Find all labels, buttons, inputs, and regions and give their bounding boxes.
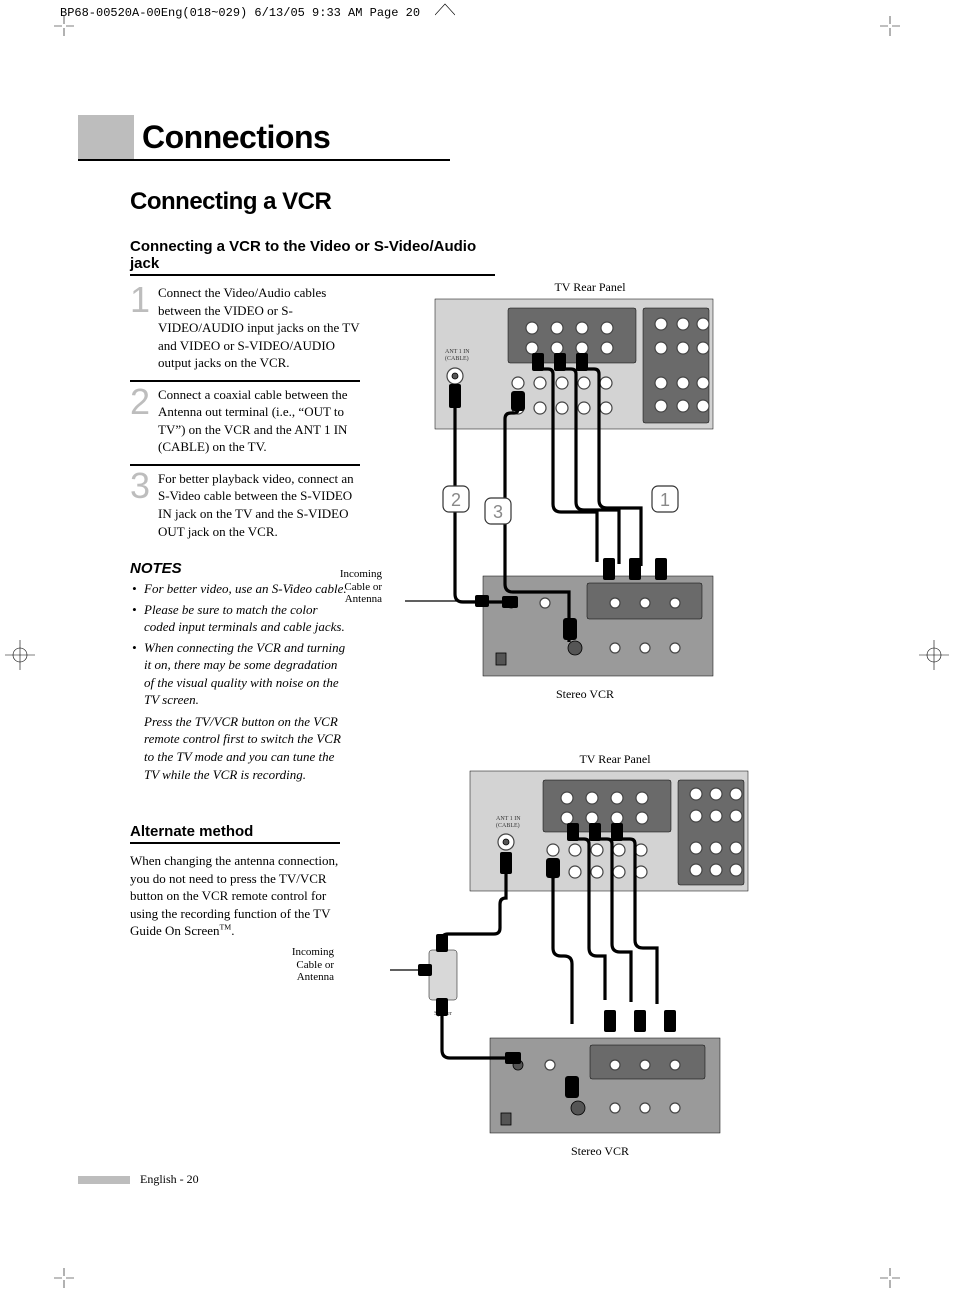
tv-rear-panel-label: TV Rear Panel xyxy=(390,280,730,295)
svg-text:1: 1 xyxy=(660,490,670,510)
subsubsection-title: Connecting a VCR to the Video or S-Video… xyxy=(130,238,495,276)
connection-diagram-2-icon: ANT 1 IN (CABLE) xyxy=(390,770,750,1140)
footer-grey-block xyxy=(78,1176,130,1184)
figure-vcr-connection-1: Incoming Cable or Antenna TV Rear Panel … xyxy=(390,280,730,702)
register-mark-icon xyxy=(5,640,35,670)
tv-rear-panel-label: TV Rear Panel xyxy=(390,752,730,767)
crop-mark-icon xyxy=(54,1268,74,1288)
section-banner-grey-block xyxy=(78,115,134,159)
step-text: For better playback video, connect an S-… xyxy=(158,470,360,540)
svg-text:ANT 1 IN: ANT 1 IN xyxy=(445,349,470,355)
alternate-heading: Alternate method xyxy=(130,823,340,844)
step-1: 1 Connect the Video/Audio cables between… xyxy=(130,280,360,382)
step-3: 3 For better playback video, connect an … xyxy=(130,466,360,548)
note-item: When connecting the VCR and turning it o… xyxy=(130,639,350,783)
incoming-cable-label: Incoming Cable or Antenna xyxy=(312,568,382,606)
svg-text:ANT 1 IN: ANT 1 IN xyxy=(496,816,521,822)
page-number: English - 20 xyxy=(140,1172,199,1187)
step-2: 2 Connect a coaxial cable between the An… xyxy=(130,382,360,466)
stereo-vcr-label: Stereo VCR xyxy=(390,1144,730,1159)
svg-text:3: 3 xyxy=(493,502,503,522)
step-text: Connect the Video/Audio cables between t… xyxy=(158,284,360,372)
svg-text:(CABLE): (CABLE) xyxy=(445,355,469,362)
subsection-title: Connecting a VCR xyxy=(130,188,884,216)
connection-diagram-1-icon: ANT 1 IN (CABLE) xyxy=(405,298,715,683)
step-number: 3 xyxy=(130,470,158,540)
step-text: Connect a coaxial cable between the Ante… xyxy=(158,386,360,456)
alternate-body: When changing the antenna connection, yo… xyxy=(130,852,340,940)
page-footer: English - 20 xyxy=(78,1172,199,1187)
step-number: 1 xyxy=(130,284,158,372)
svg-text:(CABLE): (CABLE) xyxy=(496,822,520,829)
stereo-vcr-label: Stereo VCR xyxy=(390,687,730,702)
figure-vcr-connection-2: Incoming Cable or Antenna TV Rear Panel … xyxy=(390,752,730,1159)
print-slug: BP68-00520A-00Eng(018~029) 6/13/05 9:33 … xyxy=(0,0,954,20)
section-title: Connections xyxy=(134,119,330,156)
page-fold-icon xyxy=(435,2,455,16)
step-number: 2 xyxy=(130,386,158,456)
incoming-cable-label: Incoming Cable or Antenna xyxy=(264,946,334,984)
section-banner: Connections xyxy=(78,115,450,161)
crop-mark-icon xyxy=(880,1268,900,1288)
register-mark-icon xyxy=(919,640,949,670)
svg-text:2: 2 xyxy=(451,490,461,510)
